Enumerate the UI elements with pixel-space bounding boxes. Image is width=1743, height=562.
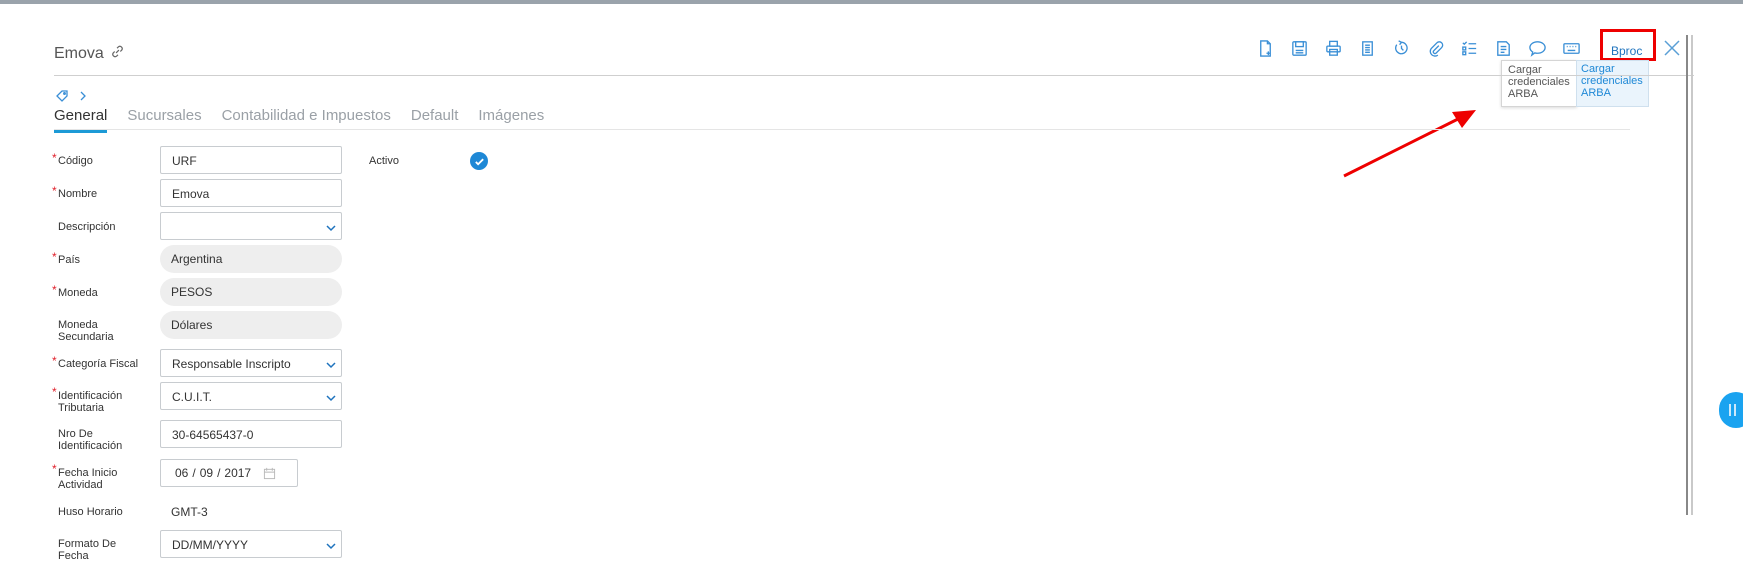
chevron-right-icon[interactable] <box>77 90 89 105</box>
categoria-fiscal-label: Categoría Fiscal <box>58 358 139 370</box>
fecha-inicio-label-line2: Actividad <box>58 479 103 491</box>
report-icon[interactable] <box>1493 38 1514 59</box>
side-panel-toggle[interactable] <box>1719 392 1743 428</box>
panel-border <box>1691 35 1693 515</box>
nro-identificacion-label: Nro De Identificación <box>58 428 122 452</box>
date-month[interactable]: 09 <box>200 466 213 480</box>
codigo-label: Código <box>58 155 93 167</box>
bproc-menu-item-highlighted[interactable]: Cargar credenciales ARBA <box>1576 60 1649 107</box>
check-icon <box>474 158 484 166</box>
categoria-fiscal-select[interactable]: Responsable Inscripto <box>160 349 342 377</box>
required-marker: * <box>52 250 57 264</box>
nro-identificacion-label-line2: Identificación <box>58 440 123 452</box>
chevron-down-icon <box>326 222 336 232</box>
nombre-value: Emova <box>172 187 210 201</box>
chevron-down-icon <box>326 359 336 369</box>
keyboard-icon[interactable] <box>1561 38 1582 59</box>
required-marker: * <box>52 184 57 198</box>
date-separator: / <box>217 466 221 480</box>
breadcrumb <box>56 90 89 105</box>
identificacion-tributaria-label-line2: Tributaria <box>58 402 105 414</box>
date-separator: / <box>192 466 196 480</box>
nro-identificacion-value: 30-64565437-0 <box>172 428 254 442</box>
formato-fecha-label-line1: Formato De <box>58 538 117 550</box>
formato-fecha-select[interactable]: DD/MM/YYYY <box>160 530 342 558</box>
moneda-value: PESOS <box>171 285 213 299</box>
chat-icon[interactable] <box>1527 38 1548 59</box>
fecha-inicio-label-line1: Fecha Inicio <box>58 467 118 479</box>
pais-value: Argentina <box>171 252 223 266</box>
record-title-text: Emova <box>54 45 104 62</box>
calendar-icon[interactable] <box>263 467 276 480</box>
nro-identificacion-input[interactable]: 30-64565437-0 <box>160 420 342 448</box>
print-icon[interactable] <box>1323 38 1344 59</box>
identificacion-tributaria-value: C.U.I.T. <box>172 390 213 404</box>
identificacion-tributaria-label-line1: Identificación <box>58 390 123 402</box>
descripcion-select[interactable] <box>160 212 342 240</box>
required-marker: * <box>52 385 57 399</box>
descripcion-label: Descripción <box>58 221 116 233</box>
header-divider <box>54 75 1694 76</box>
close-icon[interactable] <box>1662 38 1684 60</box>
activo-label: Activo <box>369 155 399 167</box>
moneda-secundaria-label: Moneda Secundaria <box>58 319 114 343</box>
fecha-inicio-label: Fecha Inicio Actividad <box>58 467 117 491</box>
identificacion-tributaria-label: Identificación Tributaria <box>58 390 122 414</box>
annotation-arrow <box>1343 110 1476 178</box>
toolbar <box>1255 38 1582 59</box>
required-marker: * <box>52 354 57 368</box>
date-day[interactable]: 06 <box>175 466 188 480</box>
required-marker: * <box>52 151 57 165</box>
attachment-icon[interactable] <box>1425 38 1446 59</box>
chevron-down-icon <box>326 392 336 402</box>
top-border <box>0 0 1743 4</box>
date-year[interactable]: 2017 <box>224 466 251 480</box>
moneda-secundaria-label-line2: Secundaria <box>58 331 114 343</box>
new-document-icon[interactable] <box>1255 38 1276 59</box>
moneda-secundaria-field: Dólares <box>160 311 342 339</box>
tag-icon[interactable] <box>56 90 68 105</box>
formato-fecha-label-line2: Fecha <box>58 550 89 562</box>
moneda-field: PESOS <box>160 278 342 306</box>
panel-border <box>1686 35 1688 515</box>
bproc-menu-item[interactable]: Cargar credenciales ARBA <box>1501 60 1577 107</box>
chevron-down-icon <box>326 540 336 550</box>
refresh-icon[interactable] <box>1391 38 1412 59</box>
codigo-value: URF <box>172 154 197 168</box>
formato-fecha-label: Formato De Fecha <box>58 538 116 562</box>
categoria-fiscal-value: Responsable Inscripto <box>172 357 291 371</box>
required-marker: * <box>52 283 57 297</box>
checklist-icon[interactable] <box>1459 38 1480 59</box>
nombre-label: Nombre <box>58 188 98 200</box>
tabs-divider <box>54 129 1630 130</box>
pais-field: Argentina <box>160 245 342 273</box>
nombre-input[interactable]: Emova <box>160 179 342 207</box>
codigo-input[interactable]: URF <box>160 146 342 174</box>
formato-fecha-value: DD/MM/YYYY <box>172 538 249 552</box>
nro-identificacion-label-line1: Nro De <box>58 428 93 440</box>
bproc-button[interactable]: Bproc <box>1611 44 1642 58</box>
record-title: Emova <box>54 44 125 64</box>
huso-horario-label: Huso Horario <box>58 506 123 518</box>
required-marker: * <box>52 462 57 476</box>
moneda-secundaria-value: Dólares <box>171 318 213 332</box>
moneda-secundaria-label-line1: Moneda <box>58 319 98 331</box>
save-icon[interactable] <box>1289 38 1310 59</box>
fecha-inicio-input[interactable]: 06 / 09 / 2017 <box>160 459 298 487</box>
copy-icon[interactable] <box>1357 38 1378 59</box>
moneda-label: Moneda <box>58 287 98 299</box>
identificacion-tributaria-select[interactable]: C.U.I.T. <box>160 382 342 410</box>
link-icon[interactable] <box>110 44 125 64</box>
pais-label: País <box>58 254 81 266</box>
huso-horario-value: GMT-3 <box>171 505 208 519</box>
activo-checkbox[interactable] <box>470 152 488 170</box>
